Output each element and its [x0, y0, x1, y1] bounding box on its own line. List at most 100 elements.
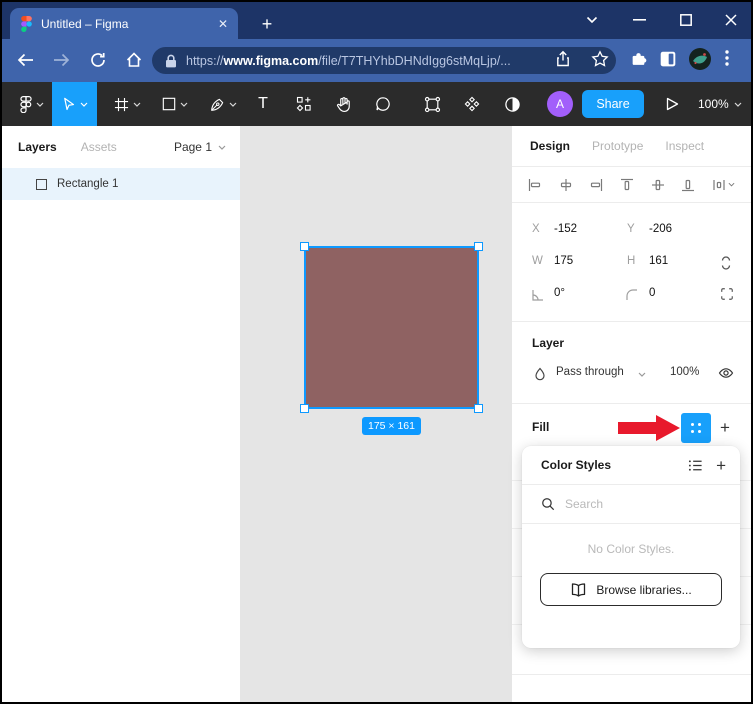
book-icon [570, 583, 587, 597]
back-icon[interactable] [14, 49, 36, 71]
share-button[interactable]: Share [582, 90, 644, 118]
user-avatar-initial: A [556, 97, 564, 111]
blend-mode-value[interactable]: Pass through [556, 366, 624, 378]
browser-menu-icon[interactable] [725, 50, 729, 66]
visibility-eye-icon[interactable] [718, 366, 734, 380]
resize-handle-top-right[interactable] [474, 242, 483, 251]
browse-libraries-button[interactable]: Browse libraries... [540, 573, 722, 606]
distribute-menu-icon[interactable] [712, 178, 735, 192]
close-window-button[interactable] [716, 6, 746, 34]
page-chevron-icon [218, 145, 226, 150]
canvas[interactable]: 175 × 161 [240, 126, 512, 702]
tab-design[interactable]: Design [530, 139, 570, 153]
move-tool-button[interactable] [52, 82, 97, 126]
new-tab-button[interactable]: + [254, 11, 280, 37]
y-value[interactable]: -206 [649, 223, 672, 235]
x-label: X [532, 223, 540, 235]
tab-search-chevron-icon[interactable] [577, 6, 607, 34]
alignment-toolbar [512, 167, 751, 203]
layers-panel: Layers Assets Page 1 Rectangle 1 [2, 126, 240, 702]
tab-prototype[interactable]: Prototype [592, 139, 643, 153]
properties-panel: Design Prototype Inspect X -152 Y -206 [512, 126, 751, 702]
rotation-value[interactable]: 0° [554, 287, 565, 299]
rotation-icon [531, 289, 543, 301]
layer-name: Rectangle 1 [57, 178, 118, 190]
align-horizontal-centers-icon[interactable] [559, 178, 573, 192]
profile-avatar[interactable] [688, 47, 712, 71]
pen-tool-button[interactable] [202, 82, 244, 126]
corner-radius-icon [626, 289, 638, 301]
width-value[interactable]: 175 [554, 255, 573, 267]
height-label: H [627, 255, 635, 267]
browser-window: Untitled – Figma ✕ + [0, 0, 753, 704]
add-color-style-button[interactable]: + [716, 457, 726, 474]
maximize-button[interactable] [671, 6, 701, 34]
browse-libraries-label: Browse libraries... [596, 583, 691, 597]
layer-section: Layer Pass through 100% [512, 322, 751, 404]
use-as-mask-button[interactable] [497, 82, 527, 126]
page-selector-label: Page 1 [174, 140, 212, 154]
extensions-puzzle-icon[interactable] [630, 50, 647, 67]
align-vertical-centers-icon[interactable] [651, 178, 665, 192]
share-page-icon[interactable] [554, 50, 572, 68]
create-component-button[interactable] [457, 82, 487, 126]
user-avatar[interactable]: A [547, 91, 573, 117]
independent-corners-icon[interactable] [720, 287, 734, 301]
resources-tool-button[interactable] [289, 82, 319, 126]
align-left-icon[interactable] [528, 178, 542, 192]
tab-assets[interactable]: Assets [81, 140, 117, 154]
resize-handle-bottom-left[interactable] [300, 404, 309, 413]
layer-row-rectangle-1[interactable]: Rectangle 1 [2, 168, 240, 200]
bookmark-star-icon[interactable] [591, 50, 609, 68]
add-fill-button[interactable]: + [720, 419, 730, 436]
main-menu-button[interactable] [12, 82, 52, 126]
align-top-icon[interactable] [620, 178, 634, 192]
annotation-arrow [618, 422, 656, 434]
shape-tool-chevron-icon [180, 102, 188, 107]
rectangle-layer-icon [36, 179, 47, 190]
width-label: W [532, 255, 543, 267]
tab-title: Untitled – Figma [41, 17, 218, 31]
browser-tab[interactable]: Untitled – Figma ✕ [10, 8, 238, 39]
search-input[interactable] [565, 497, 705, 511]
reload-icon[interactable] [87, 49, 109, 71]
comment-tool-button[interactable] [368, 82, 398, 126]
hand-tool-button[interactable] [328, 82, 358, 126]
blend-mode-icon[interactable] [534, 367, 546, 381]
color-styles-header: Color Styles + [522, 446, 740, 484]
address-bar[interactable]: https://www.figma.com/file/T7THYhbDHNdIg… [152, 47, 616, 74]
minimize-button[interactable] [624, 6, 654, 34]
style-list-view-icon[interactable] [688, 458, 703, 473]
tab-inspect[interactable]: Inspect [665, 139, 704, 153]
home-icon[interactable] [123, 49, 145, 71]
tab-close-icon[interactable]: ✕ [218, 18, 228, 30]
page-selector[interactable]: Page 1 [174, 140, 226, 154]
empty-state-text: No Color Styles. [522, 542, 740, 556]
tab-layers[interactable]: Layers [18, 140, 57, 154]
edit-object-button[interactable] [417, 82, 447, 126]
selected-rectangle[interactable] [304, 246, 479, 409]
present-button[interactable] [657, 82, 687, 126]
resize-handle-bottom-right[interactable] [474, 404, 483, 413]
text-tool-button[interactable]: T [249, 82, 277, 126]
height-value[interactable]: 161 [649, 255, 668, 267]
side-panel-icon[interactable] [659, 50, 677, 68]
constrain-proportions-icon[interactable] [720, 255, 732, 271]
align-bottom-icon[interactable] [681, 178, 695, 192]
fill-styles-button[interactable] [681, 413, 711, 443]
figma-toolbar: T [2, 82, 751, 126]
color-styles-search-row [522, 484, 740, 524]
forward-icon[interactable] [50, 49, 72, 71]
figma-favicon-icon [21, 16, 32, 32]
zoom-control[interactable]: 100% [698, 82, 742, 126]
opacity-value[interactable]: 100% [670, 366, 699, 378]
frame-tool-button[interactable] [106, 82, 148, 126]
selection-size-badge: 175 × 161 [362, 417, 421, 435]
corner-radius-value[interactable]: 0 [649, 287, 655, 299]
resize-handle-top-left[interactable] [300, 242, 309, 251]
lock-icon[interactable] [165, 54, 177, 68]
align-right-icon[interactable] [589, 178, 603, 192]
blend-mode-chevron-icon [638, 372, 646, 377]
x-value[interactable]: -152 [554, 223, 577, 235]
shape-tool-button[interactable] [154, 82, 196, 126]
